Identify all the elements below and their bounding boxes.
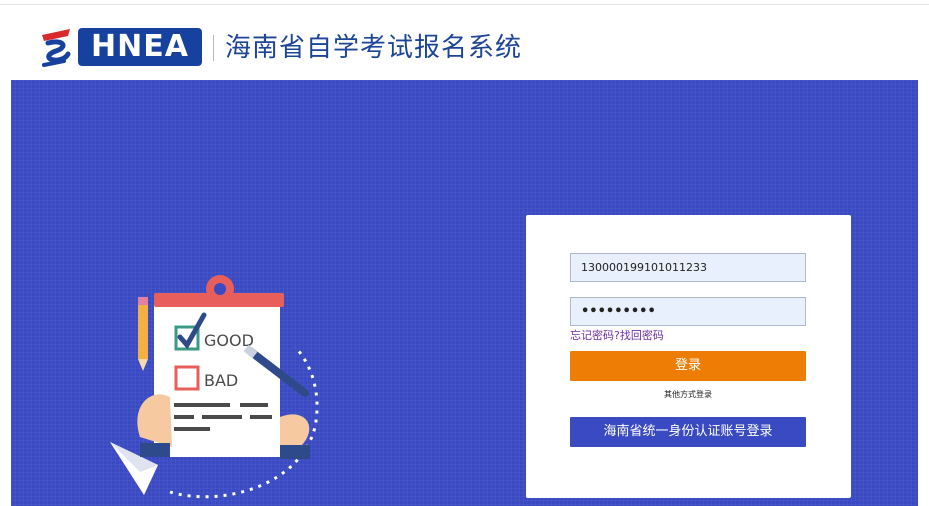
site-header: HNEA 海南省自学考试报名系统 [0,0,929,80]
bad-label: BAD [204,371,238,390]
forgot-password-link[interactable]: 忘记密码?找回密码 [570,329,664,343]
login-panel: 130000199101011233 ••••••••• 忘记密码?找回密码 登… [526,215,851,498]
logo-wordmark: HNEA [78,28,202,66]
username-input[interactable]: 130000199101011233 [570,253,806,282]
other-login-methods-label: 其他方式登录 [664,390,712,399]
site-title: 海南省自学考试报名系统 [225,33,523,63]
unified-id-login-button[interactable]: 海南省统一身份认证账号登录 [570,417,806,447]
logo-separator [213,35,214,61]
checklist-illustration: GOOD BAD [110,275,319,499]
password-input[interactable]: ••••••••• [570,297,806,326]
pencil-icon [138,297,148,371]
hnea-logo-icon [42,29,71,67]
login-button[interactable]: 登录 [570,351,806,381]
good-label: GOOD [204,331,254,350]
